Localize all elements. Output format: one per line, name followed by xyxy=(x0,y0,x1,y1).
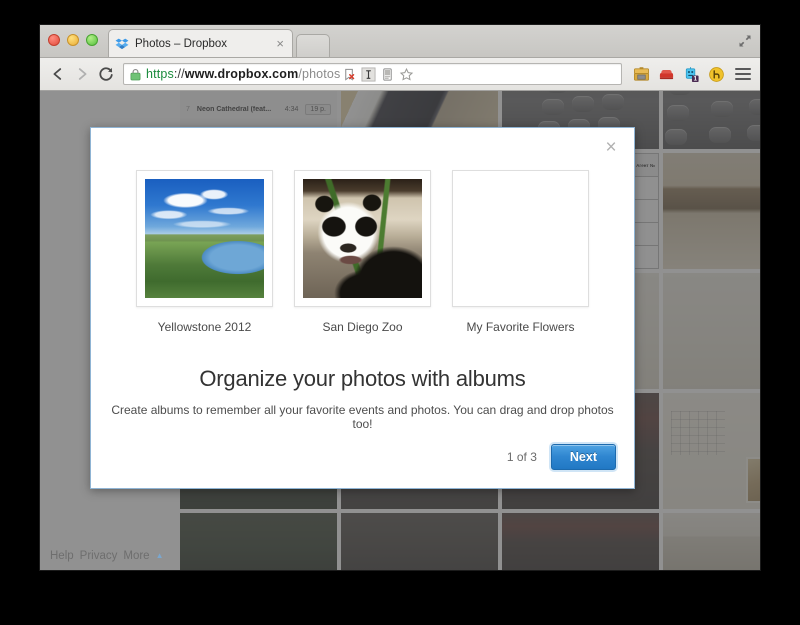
fullscreen-arrows-icon[interactable] xyxy=(737,33,753,49)
sofa-icon[interactable] xyxy=(657,65,675,83)
tab-photos-dropbox[interactable]: Photos – Dropbox × xyxy=(108,29,293,57)
dropbox-favicon xyxy=(115,37,129,51)
tab-title: Photos – Dropbox xyxy=(135,38,274,50)
url-scheme: https xyxy=(146,67,174,81)
album-label: San Diego Zoo xyxy=(322,320,402,334)
browser-toolbar: https://www.dropbox.com/photos xyxy=(40,58,760,91)
modal-headline: Organize your photos with albums xyxy=(91,366,634,392)
forward-arrow-icon[interactable] xyxy=(71,63,93,85)
pink-flowers-photo xyxy=(461,179,580,298)
window-close-button[interactable] xyxy=(48,34,60,46)
album-frame xyxy=(294,170,431,307)
star-icon[interactable] xyxy=(397,65,415,83)
caret-up-icon[interactable]: ▲ xyxy=(156,552,164,560)
url-separator: :// xyxy=(174,67,185,81)
window-controls xyxy=(48,34,98,46)
footer-link-privacy[interactable]: Privacy xyxy=(80,550,118,562)
reader-icon[interactable] xyxy=(378,65,396,83)
svg-text:1: 1 xyxy=(693,75,697,82)
window-minimize-button[interactable] xyxy=(67,34,79,46)
next-button[interactable]: Next xyxy=(551,444,616,471)
lock-icon xyxy=(130,68,141,81)
album-frame xyxy=(452,170,589,307)
hangouts-icon[interactable] xyxy=(707,65,725,83)
landscape-lake-photo xyxy=(145,179,264,298)
robot-icon[interactable]: 1 xyxy=(682,65,700,83)
address-bar[interactable]: https://www.dropbox.com/photos xyxy=(123,63,622,85)
desktop-background: Photos – Dropbox × xyxy=(0,0,800,625)
url-text: https://www.dropbox.com/photos xyxy=(146,67,340,81)
hamburger-menu-icon[interactable] xyxy=(733,63,753,85)
reload-icon[interactable] xyxy=(95,63,117,85)
bookmark-blocked-icon[interactable] xyxy=(340,65,358,83)
modal-subhead: Create albums to remember all your favor… xyxy=(91,403,634,431)
onboarding-modal: × Yellowstone 2012 San Diego Zoo My Favo… xyxy=(90,127,635,489)
tab-close-icon[interactable]: × xyxy=(274,37,286,50)
album-card[interactable]: San Diego Zoo xyxy=(294,170,431,334)
panda-photo xyxy=(303,179,422,298)
album-label: Yellowstone 2012 xyxy=(158,320,252,334)
footer-link-help[interactable]: Help xyxy=(50,550,74,562)
step-counter: 1 of 3 xyxy=(507,450,537,464)
new-tab-button[interactable] xyxy=(296,34,330,57)
back-arrow-icon[interactable] xyxy=(47,63,69,85)
url-path: /photos xyxy=(298,67,340,81)
url-host: www.dropbox.com xyxy=(185,67,299,81)
text-tool-icon[interactable] xyxy=(359,65,377,83)
album-card[interactable]: My Favorite Flowers xyxy=(452,170,589,334)
extension-toolbar: 1 xyxy=(632,65,725,83)
browser-tab-strip: Photos – Dropbox × xyxy=(40,25,760,58)
window-maximize-button[interactable] xyxy=(86,34,98,46)
album-label: My Favorite Flowers xyxy=(466,320,574,334)
footer-link-more[interactable]: More xyxy=(123,550,149,562)
close-icon[interactable]: × xyxy=(600,136,622,158)
page-footer-links: Help Privacy More ▲ xyxy=(50,550,163,562)
album-preview-row: Yellowstone 2012 San Diego Zoo My Favori… xyxy=(91,170,634,334)
album-card[interactable]: Yellowstone 2012 xyxy=(136,170,273,334)
album-frame xyxy=(136,170,273,307)
modal-actions: 1 of 3 Next xyxy=(507,444,616,471)
omnibox-action-icons xyxy=(340,65,417,83)
toolbox-icon[interactable] xyxy=(632,65,650,83)
